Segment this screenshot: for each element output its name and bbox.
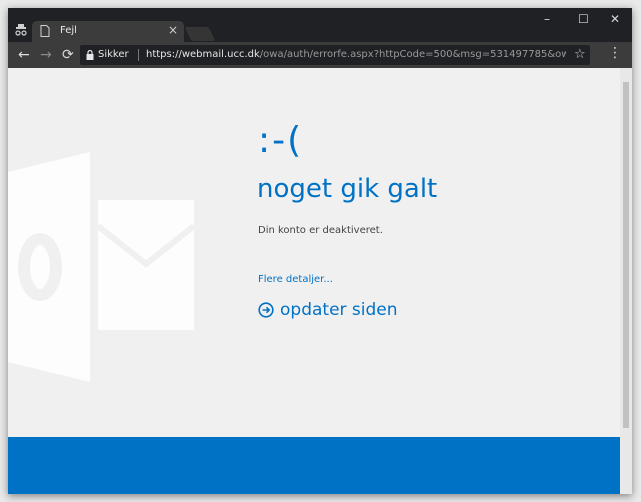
url-text[interactable]: https://webmail.ucc.dk/owa/auth/errorfe.…	[146, 49, 566, 60]
close-window-button[interactable]: ✕	[610, 12, 620, 26]
refresh-circle-icon	[258, 302, 274, 318]
footer-bar	[8, 437, 620, 494]
vertical-scrollbar[interactable]	[620, 68, 632, 494]
browser-toolbar: ← → ⟳ Sikker https://webmail.ucc.dk/owa/…	[8, 42, 632, 68]
url-host: https://webmail.ucc.dk	[146, 49, 260, 60]
new-tab-button[interactable]	[184, 27, 216, 41]
maximize-button[interactable]: ☐	[578, 12, 589, 26]
page-content: :-( noget gik galt Din konto er deaktive…	[8, 68, 632, 494]
reload-button[interactable]: ⟳	[62, 46, 74, 64]
error-headline: noget gik galt	[257, 174, 438, 204]
address-separator	[138, 49, 139, 61]
browser-window: Fejl × – ☐ ✕ ← → ⟳ Sikker https://webmai…	[8, 8, 632, 494]
incognito-icon	[15, 24, 27, 36]
sad-face: :-(	[258, 120, 304, 161]
refresh-label: opdater siden	[280, 300, 398, 320]
forward-button[interactable]: →	[40, 46, 52, 64]
outlook-logo-icon	[8, 152, 196, 382]
lock-icon	[86, 50, 94, 60]
star-icon[interactable]: ☆	[574, 47, 586, 62]
minimize-button[interactable]: –	[544, 12, 550, 26]
page-icon	[40, 25, 50, 37]
more-details-link[interactable]: Flere detaljer...	[258, 274, 333, 285]
error-message: Din konto er deaktiveret.	[258, 225, 383, 236]
secure-label: Sikker	[98, 49, 129, 60]
scrollbar-thumb[interactable]	[623, 82, 629, 428]
tab-title: Fejl	[60, 25, 77, 36]
refresh-page-link[interactable]: opdater siden	[258, 300, 398, 320]
url-path: /owa/auth/errorfe.aspx?httpCode=500&msg=…	[259, 49, 566, 60]
title-bar: Fejl × – ☐ ✕	[8, 8, 632, 42]
tab-close-button[interactable]: ×	[168, 23, 178, 37]
menu-icon[interactable]: ⋮	[608, 45, 622, 61]
browser-tab[interactable]: Fejl ×	[32, 21, 184, 42]
address-bar[interactable]: Sikker https://webmail.ucc.dk/owa/auth/e…	[80, 45, 590, 65]
back-button[interactable]: ←	[18, 46, 30, 64]
